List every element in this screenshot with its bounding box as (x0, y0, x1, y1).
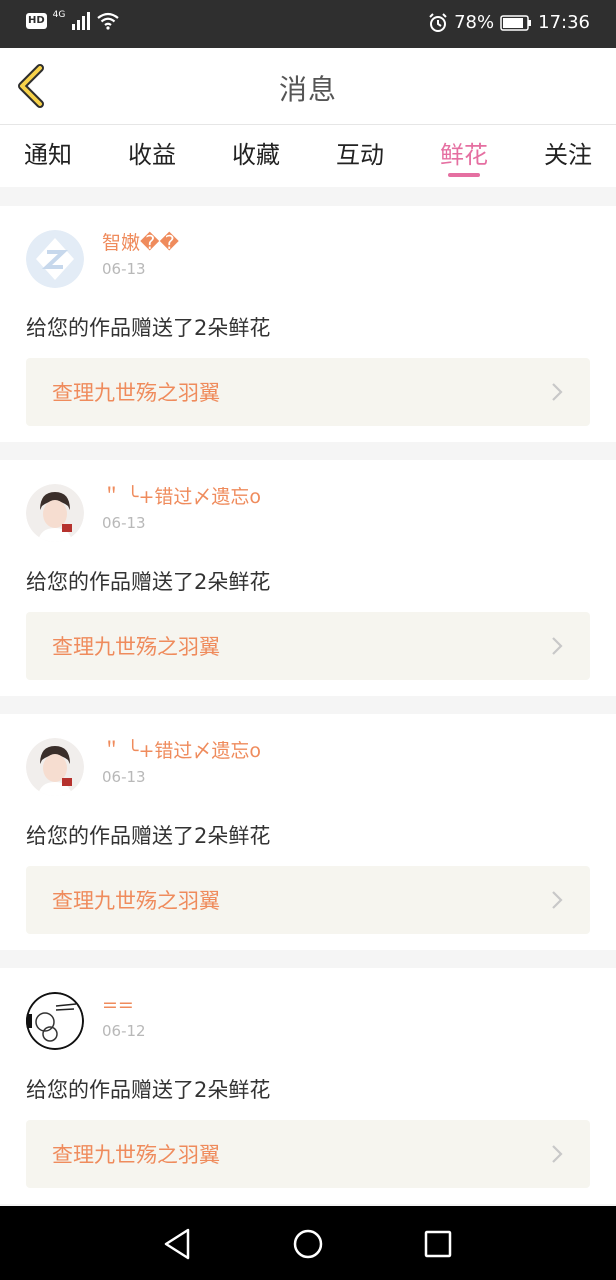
clock: 17:36 (538, 12, 590, 33)
work-link[interactable]: 查理九世殇之羽翼 (26, 358, 590, 426)
chevron-right-icon (552, 1145, 563, 1163)
photo-avatar-icon (26, 484, 84, 542)
message-card: == 06-12 给您的作品赠送了2朵鲜花 查理九世殇之羽翼 (0, 968, 616, 1204)
user-name[interactable]: ＂ ╰+错过〆遗忘o (102, 484, 261, 510)
status-bar: HD 4G 78% 17:36 (0, 0, 616, 48)
message-card: ＂ ╰+错过〆遗忘o 06-13 给您的作品赠送了2朵鲜花 查理九世殇之羽翼 (0, 714, 616, 950)
message-text: 给您的作品赠送了2朵鲜花 (26, 1078, 271, 1102)
user-name[interactable]: == (102, 992, 146, 1018)
work-link[interactable]: 查理九世殇之羽翼 (26, 612, 590, 680)
battery-percent: 78% (454, 12, 495, 33)
message-date: 06-12 (102, 1022, 146, 1040)
tab-favorites[interactable]: 收藏 (232, 125, 280, 187)
work-title: 查理九世殇之羽翼 (52, 381, 220, 405)
hd-icon: HD (26, 13, 47, 29)
wifi-icon (97, 12, 120, 30)
network-type: 4G (52, 10, 66, 20)
photo-avatar-icon (26, 738, 84, 796)
chevron-right-icon (552, 891, 563, 909)
tab-interactions[interactable]: 互动 (336, 125, 384, 187)
avatar[interactable] (26, 992, 84, 1050)
work-title: 查理九世殇之羽翼 (52, 889, 220, 913)
user-name[interactable]: 智嫩�� (102, 230, 179, 256)
message-text: 给您的作品赠送了2朵鲜花 (26, 316, 271, 340)
message-card: ＂ ╰+错过〆遗忘o 06-13 给您的作品赠送了2朵鲜花 查理九世殇之羽翼 (0, 460, 616, 696)
message-date: 06-13 (102, 768, 146, 786)
work-link[interactable]: 查理九世殇之羽翼 (26, 866, 590, 934)
triangle-back-icon (164, 1228, 190, 1260)
z-logo-avatar-icon (26, 230, 84, 288)
circle-home-icon (293, 1229, 323, 1259)
work-title: 查理九世殇之羽翼 (52, 1143, 220, 1167)
work-title: 查理九世殇之羽翼 (52, 635, 220, 659)
tab-bar: 通知 收益 收藏 互动 鲜花 关注 (0, 125, 616, 187)
message-text: 给您的作品赠送了2朵鲜花 (26, 824, 271, 848)
alarm-icon (429, 12, 447, 32)
signal-icon (72, 12, 91, 30)
chevron-right-icon (552, 383, 563, 401)
system-nav-bar (0, 1206, 616, 1280)
page-title: 消息 (278, 73, 337, 106)
nav-home-button[interactable] (288, 1224, 328, 1264)
avatar[interactable] (26, 484, 84, 542)
avatar[interactable] (26, 738, 84, 796)
message-date: 06-13 (102, 260, 146, 278)
chevron-right-icon (552, 637, 563, 655)
message-card: 智嫩�� 06-13 给您的作品赠送了2朵鲜花 查理九世殇之羽翼 (0, 206, 616, 442)
tab-notifications[interactable]: 通知 (24, 125, 72, 187)
app-header: 消息 (0, 48, 616, 125)
square-recents-icon (424, 1230, 452, 1258)
message-text: 给您的作品赠送了2朵鲜花 (26, 570, 271, 594)
tab-following[interactable]: 关注 (544, 125, 592, 187)
nav-back-button[interactable] (158, 1224, 198, 1264)
work-link[interactable]: 查理九世殇之羽翼 (26, 1120, 590, 1188)
avatar[interactable] (26, 230, 84, 288)
user-name[interactable]: ＂ ╰+错过〆遗忘o (102, 738, 261, 764)
nav-recents-button[interactable] (418, 1224, 458, 1264)
tab-earnings[interactable]: 收益 (128, 125, 176, 187)
message-list: 智嫩�� 06-13 给您的作品赠送了2朵鲜花 查理九世殇之羽翼 ＂ ╰+错过〆… (0, 206, 616, 1222)
sketch-avatar-icon (26, 992, 84, 1050)
tab-flowers[interactable]: 鲜花 (440, 125, 488, 187)
battery-icon (500, 14, 532, 31)
message-date: 06-13 (102, 514, 146, 532)
